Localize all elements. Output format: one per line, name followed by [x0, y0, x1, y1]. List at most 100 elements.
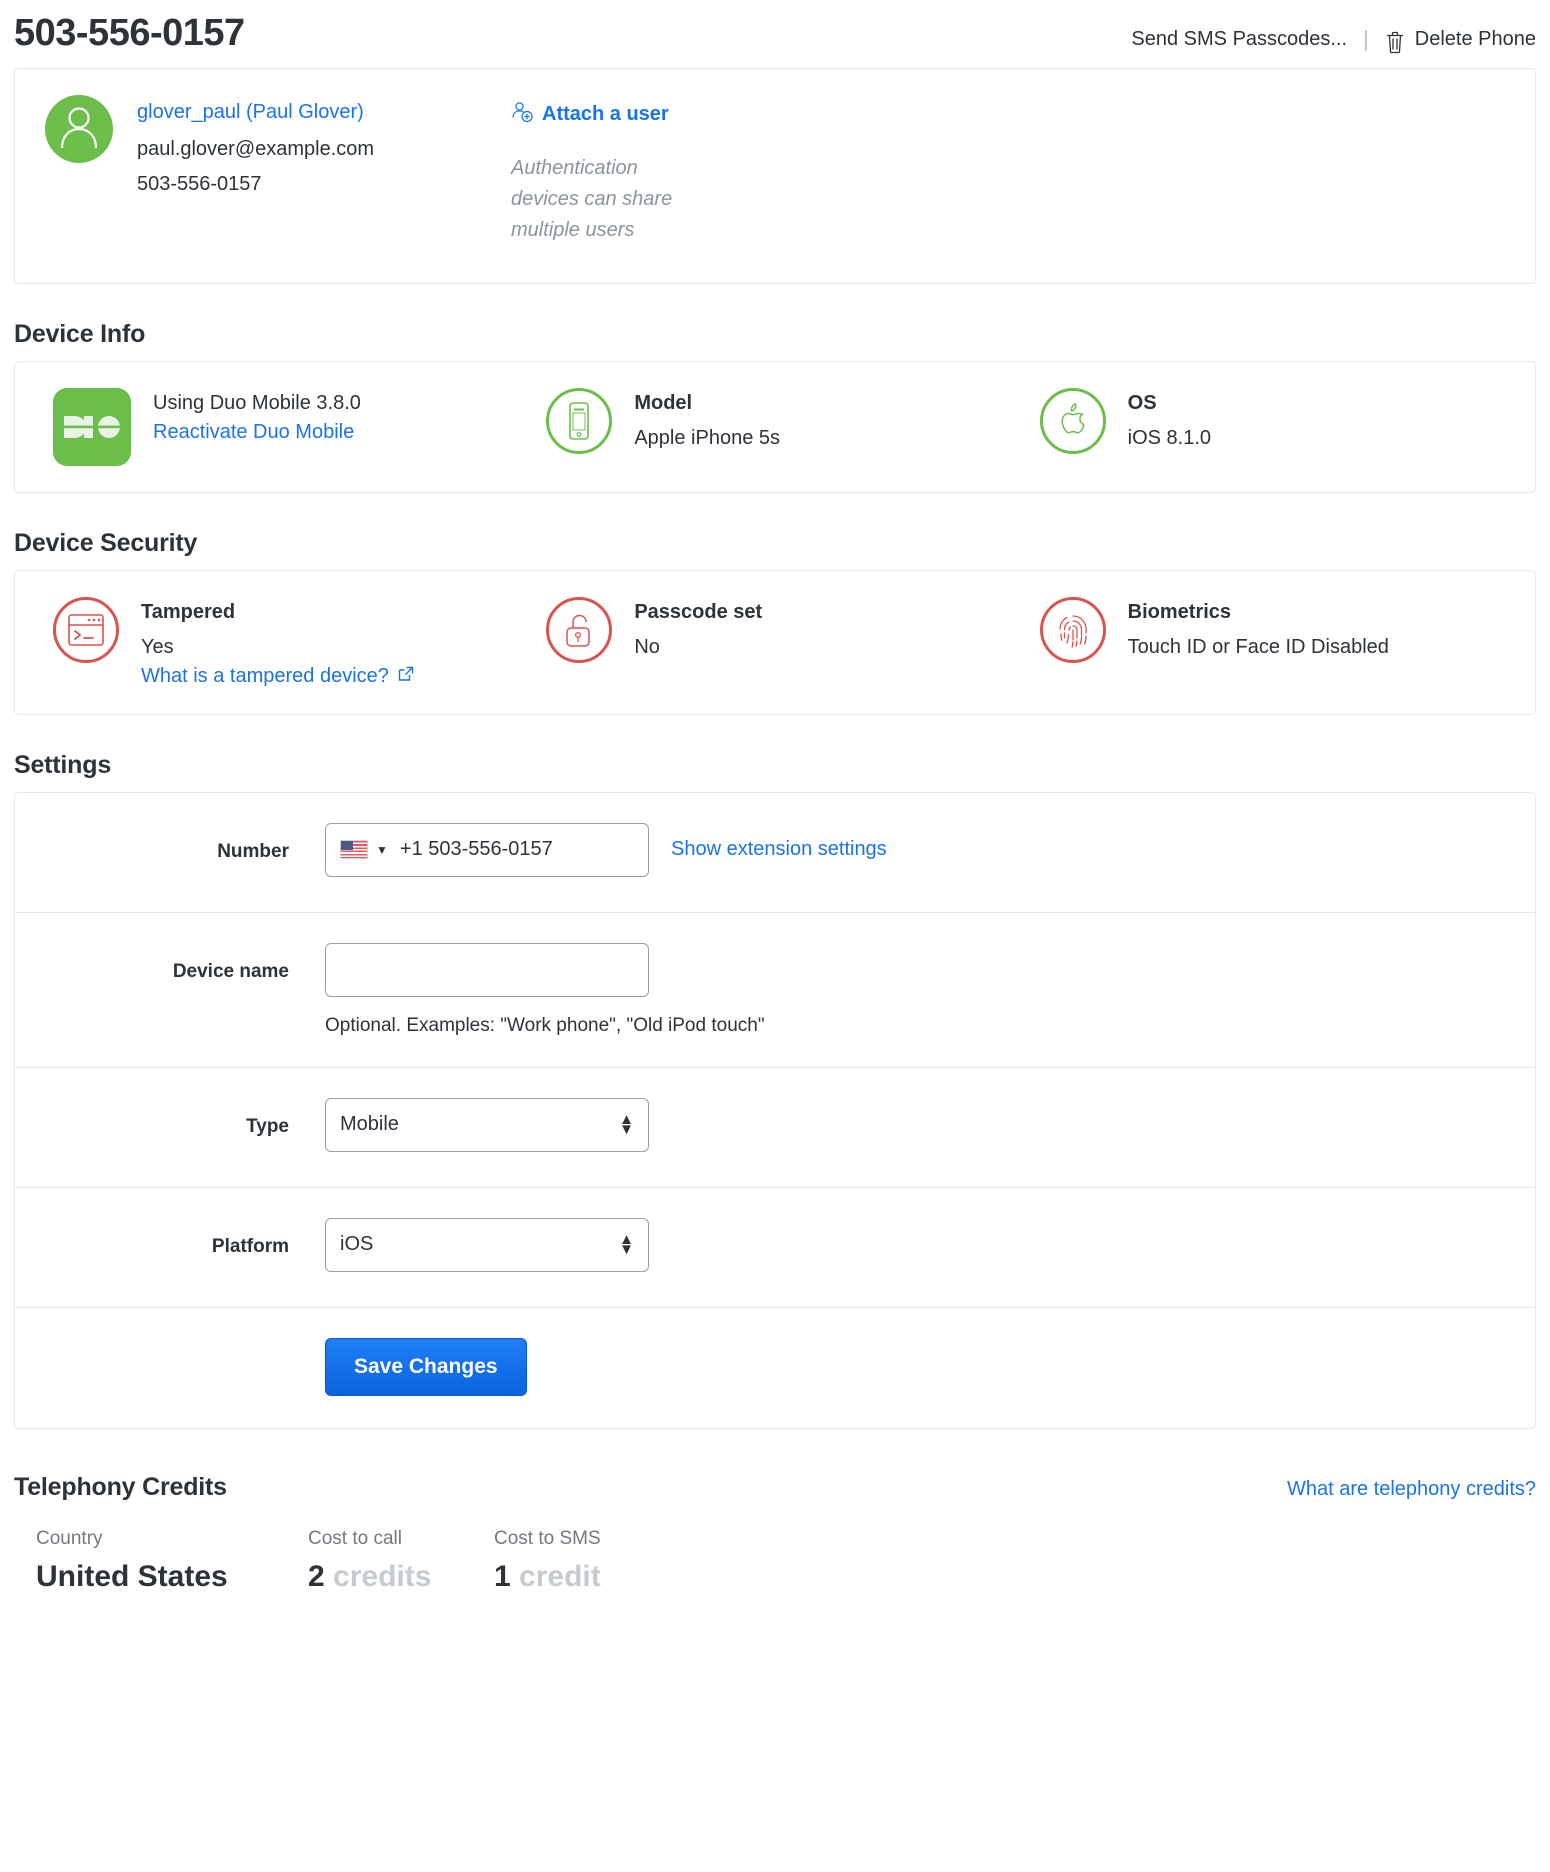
telephony-column-cost-to-sms: Cost to SMS 1 credit: [494, 1528, 601, 1594]
device-info-os-column: OS iOS 8.1.0: [1022, 388, 1515, 466]
terminal-window-icon: [53, 597, 119, 663]
setting-row-device-name: Device name Optional. Examples: "Work ph…: [15, 913, 1535, 1068]
what-is-tampered-device-link[interactable]: What is a tampered device?: [141, 665, 414, 688]
spinner-arrows-icon: ▲▼: [619, 1115, 634, 1134]
setting-row-number: Number ▼ +1 503-556-0157 Show extension …: [15, 793, 1535, 913]
settings-title: Settings: [14, 751, 1536, 780]
telephony-column-country: Country United States: [36, 1528, 308, 1594]
os-info-text: OS iOS 8.1.0: [1128, 388, 1211, 456]
attach-user-note: Authentication devices can share multipl…: [511, 153, 711, 246]
device-info-card: Using Duo Mobile 3.8.0 Reactivate Duo Mo…: [14, 361, 1536, 493]
settings-card: Number ▼ +1 503-556-0157 Show extension …: [14, 792, 1536, 1429]
telephony-value-country: United States: [36, 1560, 308, 1594]
cost-to-call-number: 2: [308, 1560, 325, 1593]
biometrics-info-text: Biometrics Touch ID or Face ID Disabled: [1128, 597, 1389, 665]
device-security-title: Device Security: [14, 529, 1536, 558]
telephony-value-cost-to-call: 2 credits: [308, 1560, 494, 1594]
platform-field-wrapper: iOS ▲▼: [325, 1218, 1535, 1272]
setting-row-actions: Save Changes: [15, 1308, 1535, 1428]
telephony-header-cost-to-call: Cost to call: [308, 1528, 494, 1550]
username-link[interactable]: glover_paul (Paul Glover): [137, 101, 437, 124]
device-name-hint: Optional. Examples: "Work phone", "Old i…: [325, 1015, 765, 1037]
platform-select-value: iOS: [340, 1233, 373, 1256]
caret-down-icon[interactable]: ▼: [376, 844, 388, 856]
fingerprint-icon: [1040, 597, 1106, 663]
user-avatar-icon: [57, 103, 101, 154]
spinner-arrows-icon: ▲▼: [619, 1235, 634, 1254]
device-info-title: Device Info: [14, 320, 1536, 349]
telephony-table: Country United States Cost to call 2 cre…: [14, 1528, 1536, 1594]
attach-user-button[interactable]: Attach a user: [511, 101, 669, 129]
duo-info-text: Using Duo Mobile 3.8.0 Reactivate Duo Mo…: [153, 388, 361, 444]
cost-to-sms-number: 1: [494, 1560, 511, 1593]
tampered-icon-wrapper: [53, 597, 119, 663]
telephony-header-cost-to-sms: Cost to SMS: [494, 1528, 601, 1550]
biometrics-label: Biometrics: [1128, 601, 1389, 624]
model-value: Apple iPhone 5s: [634, 427, 780, 450]
device-name-field-wrapper: Optional. Examples: "Work phone", "Old i…: [325, 943, 1535, 1037]
page-title: 503-556-0157: [14, 12, 245, 56]
telephony-title: Telephony Credits: [14, 1473, 227, 1502]
page-header: 503-556-0157 Send SMS Passcodes... | Del…: [14, 0, 1536, 68]
passcode-icon-wrapper: [546, 597, 612, 663]
header-actions: Send SMS Passcodes... | Delete Phone: [1131, 12, 1536, 52]
save-changes-button[interactable]: Save Changes: [325, 1338, 527, 1396]
trash-icon: [1385, 30, 1405, 54]
phone-number-input[interactable]: ▼ +1 503-556-0157: [325, 823, 649, 877]
setting-row-type: Type Mobile ▲▼: [15, 1068, 1535, 1188]
actions-label-spacer: [15, 1338, 325, 1356]
security-passcode-column: Passcode set No: [528, 597, 1021, 688]
device-security-card: Tampered Yes What is a tampered device?: [14, 570, 1536, 715]
tampered-label: Tampered: [141, 601, 414, 624]
setting-row-platform: Platform iOS ▲▼: [15, 1188, 1535, 1308]
number-field-wrapper: ▼ +1 503-556-0157 Show extension setting…: [325, 823, 1535, 877]
telephony-value-cost-to-sms: 1 credit: [494, 1560, 601, 1594]
delete-phone-button[interactable]: Delete Phone: [1415, 28, 1536, 51]
device-info-model-column: Model Apple iPhone 5s: [528, 388, 1021, 466]
type-select[interactable]: Mobile ▲▼: [325, 1098, 649, 1152]
duo-version: Using Duo Mobile 3.8.0: [153, 392, 361, 415]
add-user-icon: [511, 101, 533, 129]
send-sms-passcodes-button[interactable]: Send SMS Passcodes...: [1131, 28, 1347, 51]
device-name-input[interactable]: [325, 943, 649, 997]
tampered-info-text: Tampered Yes What is a tampered device?: [141, 597, 414, 688]
cost-to-call-unit: credits: [333, 1560, 431, 1593]
type-field-wrapper: Mobile ▲▼: [325, 1098, 1535, 1152]
external-link-icon: [398, 665, 414, 688]
passcode-label: Passcode set: [634, 601, 762, 624]
phone-detail-page: 503-556-0157 Send SMS Passcodes... | Del…: [0, 0, 1550, 1594]
number-label: Number: [15, 823, 325, 863]
security-tampered-column: Tampered Yes What is a tampered device?: [35, 597, 528, 688]
user-info: glover_paul (Paul Glover) paul.glover@ex…: [137, 95, 437, 249]
actions-field-wrapper: Save Changes: [325, 1338, 1535, 1396]
model-icon-wrapper: [546, 388, 612, 454]
cost-to-sms-unit: credit: [519, 1560, 601, 1593]
telephony-header: Telephony Credits What are telephony cre…: [14, 1473, 1536, 1502]
device-info-duo-column: Using Duo Mobile 3.8.0 Reactivate Duo Mo…: [35, 388, 528, 466]
attach-user-label: Attach a user: [542, 103, 669, 126]
os-icon-wrapper: [1040, 388, 1106, 454]
apple-icon: [1040, 388, 1106, 454]
os-value: iOS 8.1.0: [1128, 427, 1211, 450]
duo-logo-wrapper: [53, 388, 131, 466]
us-flag-icon[interactable]: [340, 840, 368, 859]
user-card: glover_paul (Paul Glover) paul.glover@ex…: [14, 68, 1536, 284]
passcode-info-text: Passcode set No: [634, 597, 762, 665]
what-is-tampered-device-label: What is a tampered device?: [141, 665, 389, 688]
platform-select[interactable]: iOS ▲▼: [325, 1218, 649, 1272]
device-name-label: Device name: [15, 943, 325, 983]
passcode-value: No: [634, 636, 762, 659]
type-select-value: Mobile: [340, 1113, 399, 1136]
user-email: paul.glover@example.com: [137, 138, 437, 161]
platform-label: Platform: [15, 1218, 325, 1258]
show-extension-settings-link[interactable]: Show extension settings: [671, 823, 887, 861]
tampered-value: Yes: [141, 636, 414, 659]
what-are-telephony-credits-link[interactable]: What are telephony credits?: [1287, 1478, 1536, 1501]
action-separator: |: [1363, 26, 1369, 52]
reactivate-duo-mobile-link[interactable]: Reactivate Duo Mobile: [153, 421, 354, 444]
biometrics-value: Touch ID or Face ID Disabled: [1128, 636, 1389, 659]
telephony-column-cost-to-call: Cost to call 2 credits: [308, 1528, 494, 1594]
avatar: [45, 95, 113, 163]
mobile-phone-icon: [546, 388, 612, 454]
model-label: Model: [634, 392, 780, 415]
